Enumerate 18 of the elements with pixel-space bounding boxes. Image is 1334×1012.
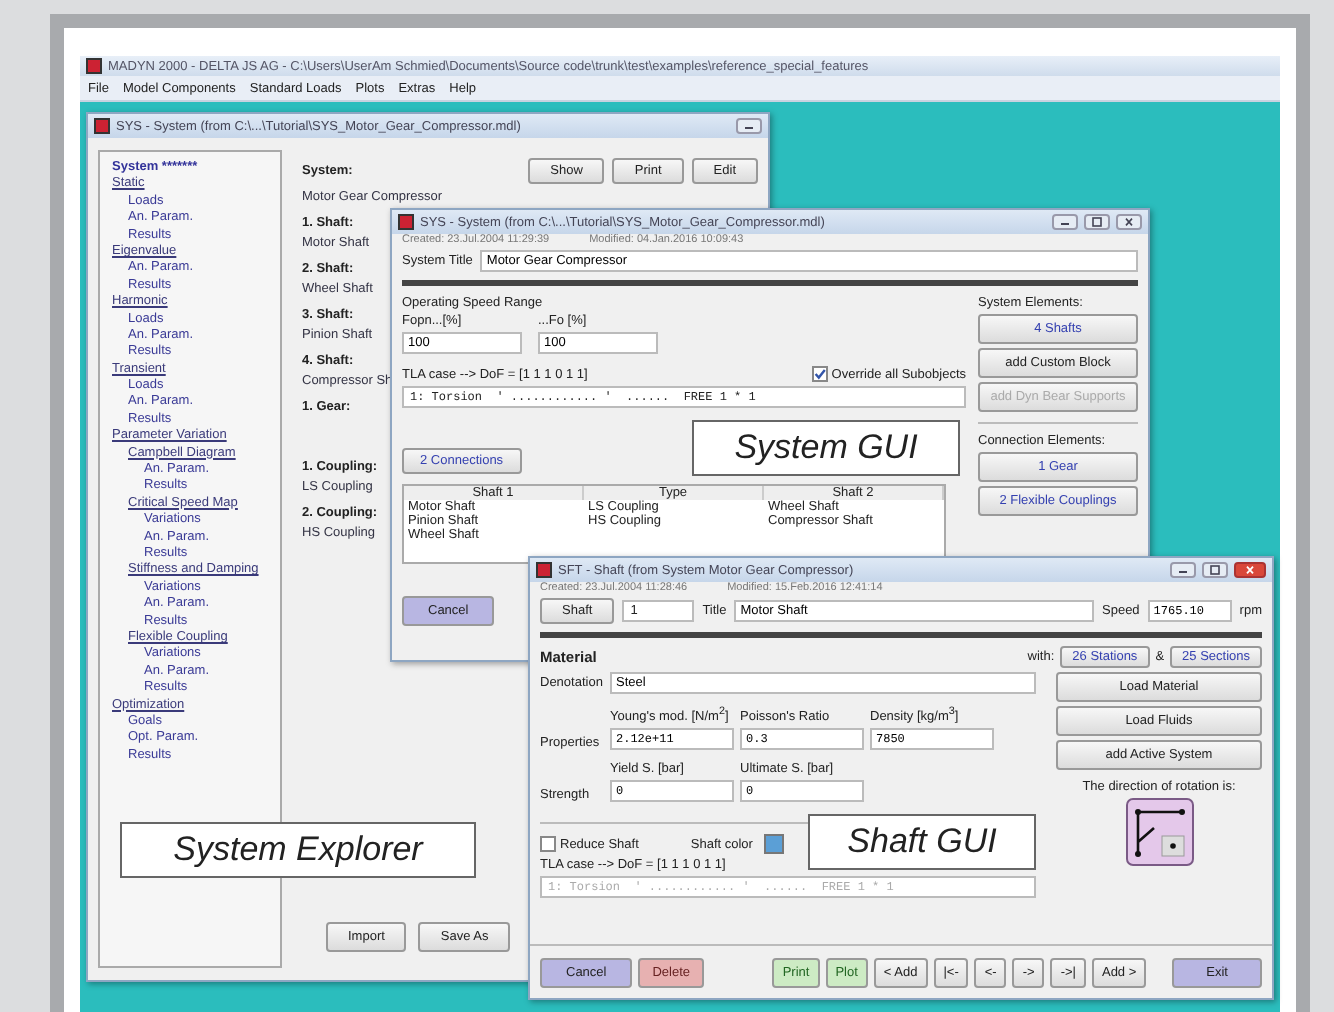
- callout-label: System Explorer: [120, 822, 476, 878]
- close-icon[interactable]: [1234, 562, 1266, 578]
- rotation-axes-drawing: [1125, 798, 1193, 866]
- minimize-icon[interactable]: [1052, 214, 1078, 230]
- app-icon: [536, 562, 552, 578]
- minimize-icon[interactable]: [736, 118, 762, 134]
- app-icon: [86, 58, 102, 74]
- checkbox[interactable]: [540, 836, 556, 853]
- close-icon[interactable]: [1116, 214, 1142, 230]
- checkbox[interactable]: [811, 366, 828, 382]
- color-swatch[interactable]: [764, 834, 785, 855]
- maximize-icon[interactable]: [1084, 214, 1110, 230]
- app-icon: [94, 118, 110, 134]
- maximize-icon[interactable]: [1202, 562, 1228, 578]
- callout-label: Shaft GUI: [808, 814, 1036, 870]
- app-icon: [398, 214, 414, 230]
- callout-label: System GUI: [692, 420, 960, 476]
- minimize-icon[interactable]: [1170, 562, 1196, 578]
